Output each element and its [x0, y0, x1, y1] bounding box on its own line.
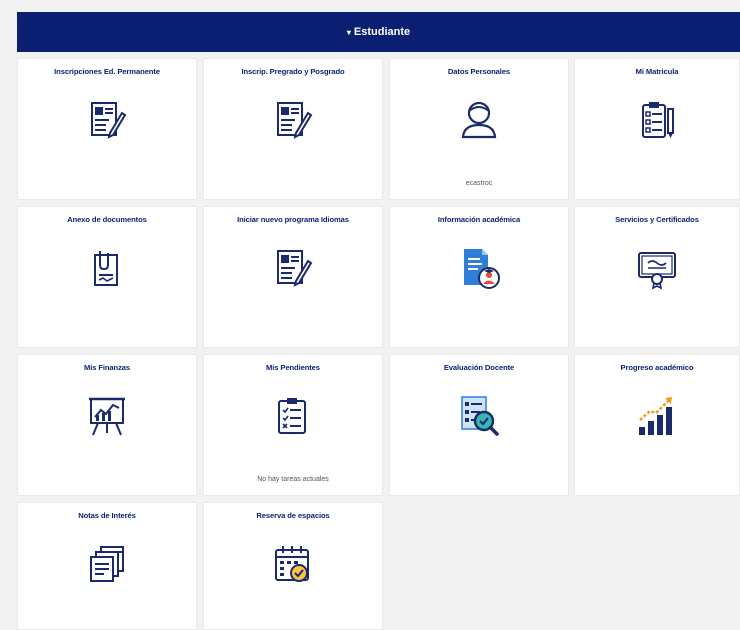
tile-title: Datos Personales: [447, 67, 511, 76]
tile-inscrip-pregrado-posgrado[interactable]: Inscrip. Pregrado y Posgrado: [203, 58, 383, 200]
tile-anexo-documentos[interactable]: Anexo de documentos: [17, 206, 197, 348]
tile-title: Inscrip. Pregrado y Posgrado: [241, 67, 345, 76]
clipboard-list-icon: [634, 97, 680, 143]
chevron-down-icon: ▾: [346, 27, 351, 37]
user-icon: [456, 97, 502, 143]
tile-title: Iniciar nuevo programa Idiomas: [237, 215, 349, 224]
calendar-check-icon: [270, 541, 316, 587]
section-header[interactable]: ▾ Estudiante: [17, 12, 740, 52]
tile-title: Evaluación Docente: [443, 363, 515, 372]
certificate-icon: [634, 245, 680, 291]
tile-mi-matricula[interactable]: Mi Matricula: [574, 58, 740, 200]
tile-mis-finanzas[interactable]: Mis Finanzas: [17, 354, 197, 496]
tile-title: Mis Pendientes: [266, 363, 320, 372]
tile-notas-interes[interactable]: Notas de Interés: [17, 502, 197, 630]
tile-inscripciones-ed-permanente[interactable]: Inscripciones Ed. Permanente: [17, 58, 197, 200]
tile-title: Mis Finanzas: [83, 363, 131, 372]
id-form-icon: [270, 245, 316, 291]
section-title: Estudiante: [353, 26, 411, 38]
attach-document-icon: [84, 245, 130, 291]
academic-info-icon: [456, 245, 502, 291]
tile-footer: No hay tareas actuales: [257, 476, 329, 483]
tile-title: Mi Matricula: [635, 67, 679, 76]
tile-datos-personales[interactable]: Datos Personales ecastroc: [389, 58, 569, 200]
checklist-icon: [270, 393, 316, 439]
id-form-icon: [84, 97, 130, 143]
tile-progreso-academico[interactable]: Progreso académico: [574, 354, 740, 496]
evaluation-search-icon: [456, 393, 502, 439]
tiles-grid: Inscripciones Ed. Permanente Inscrip. Pr…: [17, 58, 740, 630]
tile-iniciar-programa-idiomas[interactable]: Iniciar nuevo programa Idiomas: [203, 206, 383, 348]
growth-chart-icon: [634, 393, 680, 439]
tile-title: Inscripciones Ed. Permanente: [54, 67, 160, 76]
tile-servicios-certificados[interactable]: Servicios y Certificados: [574, 206, 740, 348]
tile-footer: ecastroc: [465, 180, 493, 187]
tile-informacion-academica[interactable]: Información académica: [389, 206, 569, 348]
tile-title: Reserva de espacios: [256, 511, 330, 520]
tile-title: Servicios y Certificados: [615, 215, 699, 224]
notes-stack-icon: [84, 541, 130, 587]
tile-title: Notas de Interés: [78, 511, 136, 520]
tile-title: Anexo de documentos: [67, 215, 147, 224]
tile-title: Información académica: [437, 215, 521, 224]
id-form-icon: [270, 97, 316, 143]
tile-evaluacion-docente[interactable]: Evaluación Docente: [389, 354, 569, 496]
tile-title: Progreso académico: [620, 363, 694, 372]
presentation-board-icon: [84, 393, 130, 439]
tile-mis-pendientes[interactable]: Mis Pendientes No hay tareas actuales: [203, 354, 383, 496]
tile-reserva-espacios[interactable]: Reserva de espacios: [203, 502, 383, 630]
